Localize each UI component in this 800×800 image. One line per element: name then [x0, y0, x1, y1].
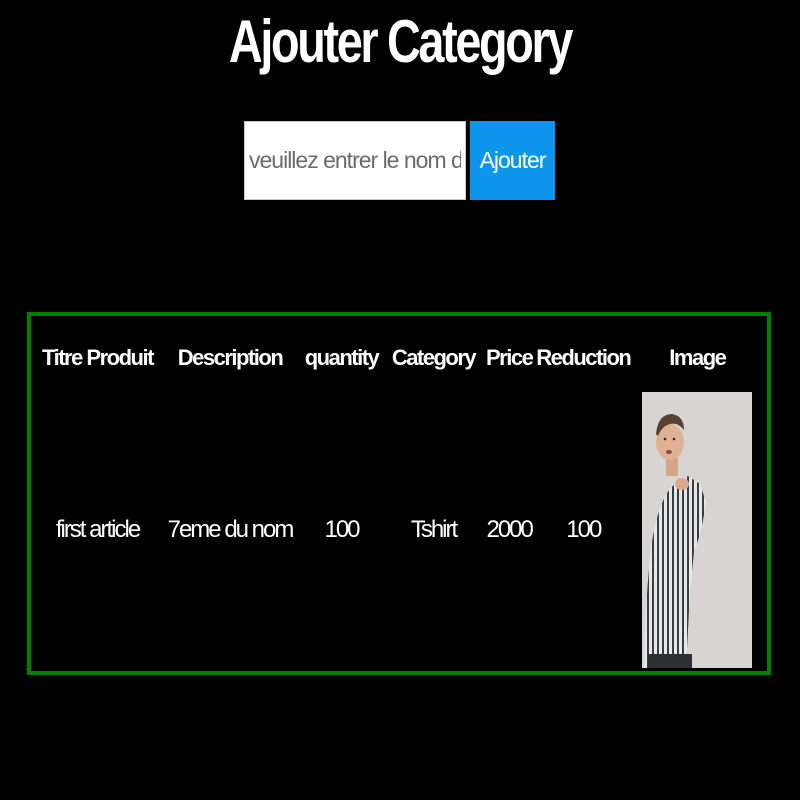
header-reduction: Reduction: [536, 345, 632, 370]
product-image: [642, 392, 753, 668]
header-titre-produit: Titre Produit: [42, 345, 154, 370]
header-description: Description: [177, 345, 284, 370]
man-striped-shirt-photo: [642, 392, 753, 668]
cell-image: [634, 392, 760, 668]
header-category: Category: [391, 345, 477, 370]
products-table-frame: Titre Produit Description quantity Categ…: [27, 312, 771, 675]
header-image: Image: [669, 345, 727, 370]
cell-reduction: 100: [566, 516, 602, 543]
cell-quantity: 100: [324, 516, 360, 543]
table-row: first article 7eme du nom 100 Tshirt 200…: [37, 392, 760, 668]
table-header-row: Titre Produit Description quantity Categ…: [37, 324, 760, 392]
header-quantity: quantity: [304, 345, 380, 370]
products-table: Titre Produit Description quantity Categ…: [37, 324, 760, 668]
cell-category: Tshirt: [410, 516, 458, 543]
cell-description: 7eme du nom: [167, 516, 295, 543]
cell-price: 2000: [486, 516, 533, 543]
header-price: Price: [486, 345, 534, 370]
add-category-form: Ajouter: [244, 121, 555, 200]
page: Ajouter Category Ajouter Titre Produit D…: [0, 0, 800, 800]
page-title: Ajouter Category: [228, 8, 574, 75]
ajouter-button[interactable]: Ajouter: [470, 121, 555, 200]
cell-title: first article: [55, 516, 141, 543]
category-name-input[interactable]: [244, 121, 466, 200]
